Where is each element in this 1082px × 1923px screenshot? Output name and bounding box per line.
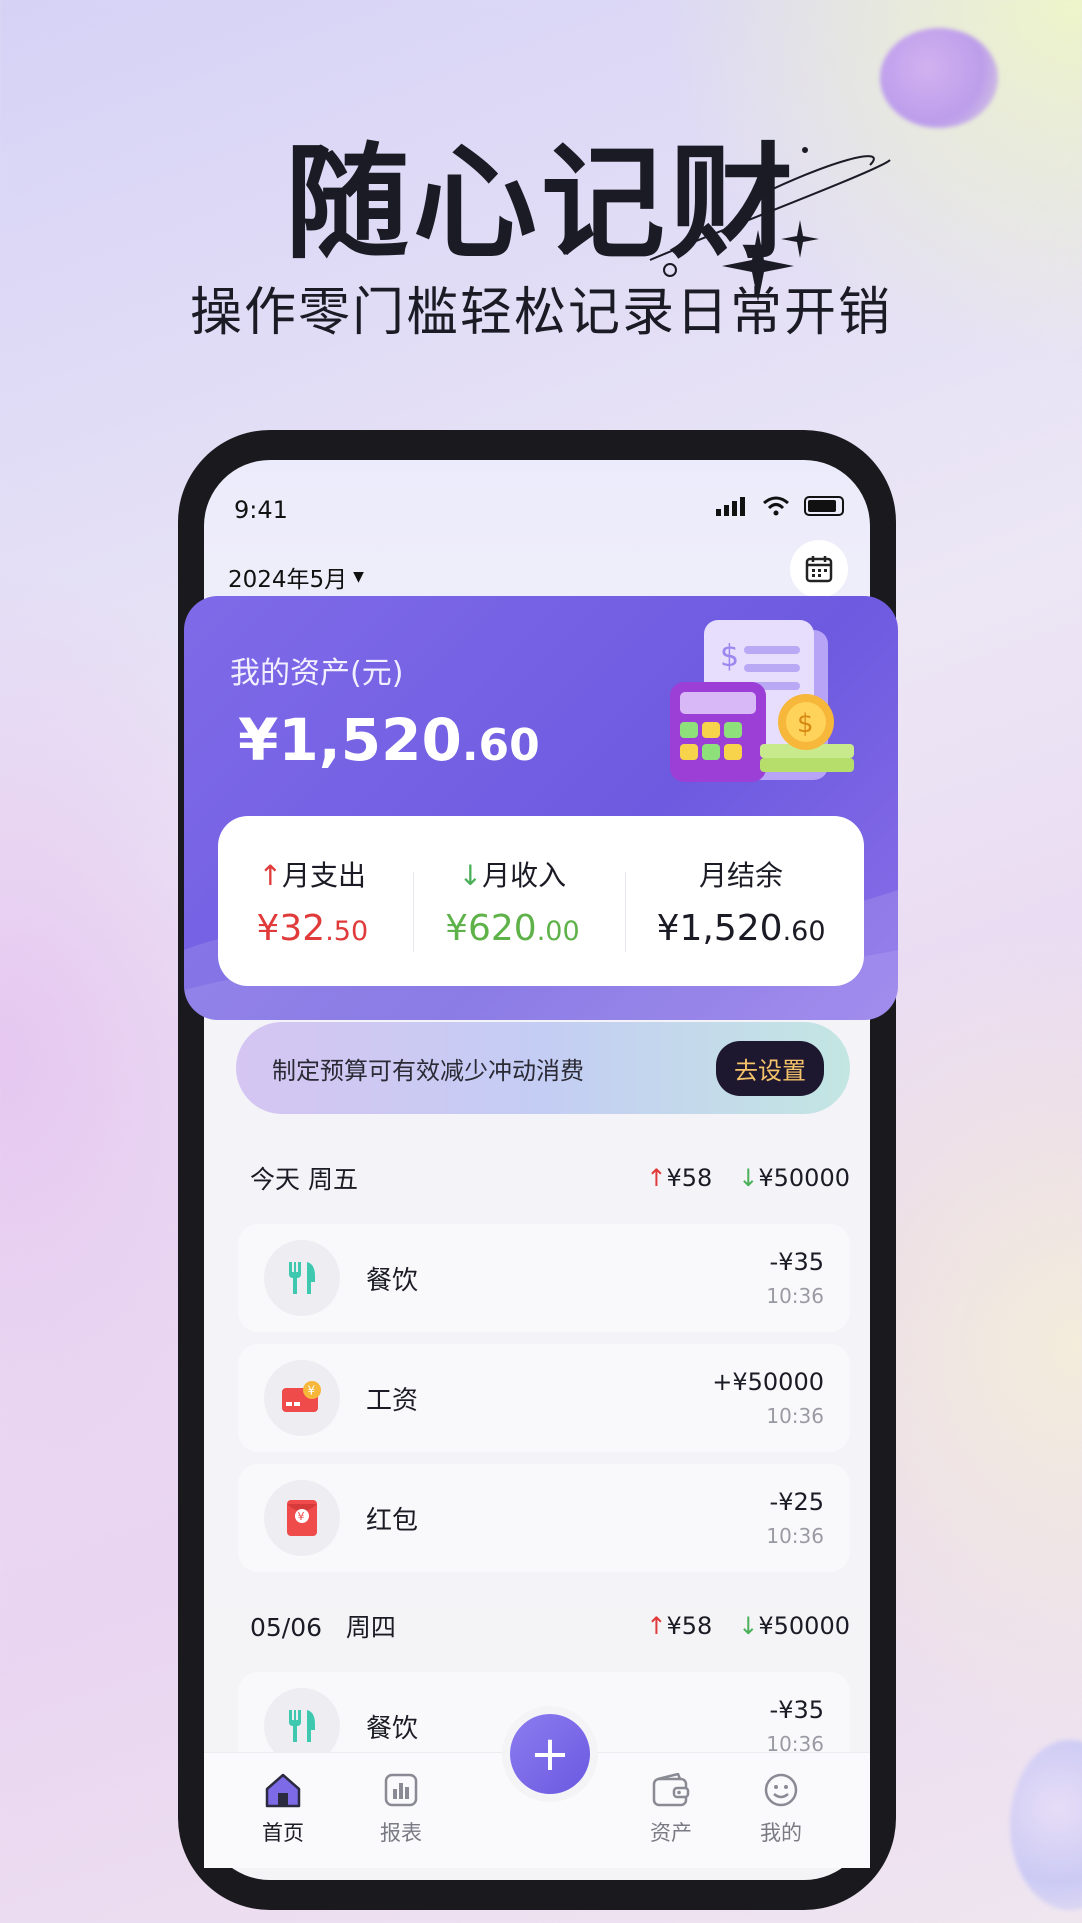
monthly-income[interactable]: ↓月收入 ¥620.00 <box>413 854 590 952</box>
day-in: ¥50000 <box>758 1164 850 1192</box>
day-sums: ↑¥58 ↓¥50000 <box>646 1612 850 1640</box>
svg-text:$: $ <box>797 709 814 739</box>
day-label: 05/06 周四 <box>250 1613 396 1642</box>
day-out: ¥58 <box>666 1612 713 1640</box>
chart-icon <box>384 1773 418 1807</box>
asset-amount-main: ¥1,520 <box>238 706 462 774</box>
income-decimal: .00 <box>536 915 580 947</box>
add-record-button[interactable]: + <box>510 1714 590 1794</box>
arrow-up-icon: ↑ <box>646 1164 667 1192</box>
arrow-up-icon: ↑ <box>646 1612 667 1640</box>
budget-banner[interactable]: 制定预算可有效减少冲动消费 去设置 <box>236 1022 850 1114</box>
decorative-bubble <box>1010 1740 1082 1910</box>
transaction-name: 红包 <box>366 1505 419 1536</box>
expense-decimal: .50 <box>325 915 369 947</box>
expense-label: 月支出 <box>282 858 367 892</box>
budget-text: 制定预算可有效减少冲动消费 <box>272 1056 584 1085</box>
transaction-row[interactable]: ¥ 工资 +¥50000 10:36 <box>238 1344 850 1452</box>
arrow-down-icon: ↓ <box>738 1612 759 1640</box>
battery-icon <box>804 496 844 516</box>
calculator-coins-illustration: $ $ <box>670 620 854 782</box>
transaction-amount: -¥35 <box>769 1248 824 1276</box>
balance-main: ¥1,520 <box>656 907 783 949</box>
home-indicator <box>450 1884 656 1890</box>
calendar-icon <box>805 556 833 583</box>
tab-assets[interactable]: 资产 <box>626 1769 716 1847</box>
transaction-row[interactable]: 餐饮 -¥35 10:36 <box>238 1224 850 1332</box>
expense-main: ¥32 <box>256 907 326 949</box>
transaction-time: 10:36 <box>766 1284 824 1308</box>
asset-amount: ¥1,520.60 <box>238 706 540 774</box>
tab-report-label: 报表 <box>380 1821 422 1845</box>
red-packet-icon: ¥ <box>264 1480 340 1556</box>
day-label: 今天 周五 <box>250 1165 358 1194</box>
transaction-row[interactable]: ¥ 红包 -¥25 10:36 <box>238 1464 850 1572</box>
day-header: 05/06 周四 ↑¥58 ↓¥50000 <box>250 1608 850 1644</box>
income-label: 月收入 <box>482 858 567 892</box>
svg-text:¥: ¥ <box>298 1510 305 1523</box>
month-picker[interactable]: 2024年5月 ▼ <box>228 560 364 594</box>
day-header: 今天 周五 ↑¥58 ↓¥50000 <box>250 1160 850 1196</box>
svg-text:$: $ <box>720 639 739 674</box>
utensils-icon <box>264 1240 340 1316</box>
monthly-summary: ↑月支出 ¥32.50 ↓月收入 ¥620.00 月结余 ¥1,520.60 <box>218 816 864 986</box>
tab-home[interactable]: 首页 <box>238 1769 328 1847</box>
caret-down-icon: ▼ <box>353 569 364 585</box>
tab-assets-label: 资产 <box>650 1821 692 1845</box>
tab-mine[interactable]: 我的 <box>736 1769 826 1847</box>
tab-home-label: 首页 <box>262 1821 304 1845</box>
budget-setup-button[interactable]: 去设置 <box>716 1040 824 1096</box>
transaction-amount: -¥35 <box>769 1696 824 1724</box>
day-out: ¥58 <box>666 1164 713 1192</box>
transaction-amount: -¥25 <box>769 1488 824 1516</box>
income-main: ¥620 <box>445 907 537 949</box>
signal-icon <box>716 497 745 516</box>
transaction-name: 餐饮 <box>366 1265 419 1296</box>
arrow-up-icon: ↑ <box>258 858 283 892</box>
salary-card-icon: ¥ <box>264 1360 340 1436</box>
status-time: 9:41 <box>234 496 288 524</box>
balance-label: 月结余 <box>699 858 784 892</box>
calendar-button[interactable] <box>790 540 848 598</box>
tab-mine-label: 我的 <box>760 1821 802 1845</box>
transaction-time: 10:36 <box>766 1524 824 1548</box>
day-sums: ↑¥58 ↓¥50000 <box>646 1164 850 1192</box>
day-in: ¥50000 <box>758 1612 850 1640</box>
month-label: 2024年5月 <box>228 567 348 593</box>
arrow-down-icon: ↓ <box>738 1164 759 1192</box>
plus-icon: + <box>529 1726 571 1782</box>
wifi-icon <box>763 496 789 516</box>
sparkle-orbit-icon <box>649 147 891 302</box>
balance-decimal: .60 <box>782 915 826 947</box>
transaction-name: 工资 <box>366 1385 419 1416</box>
smile-icon <box>764 1773 798 1807</box>
asset-amount-decimal: .60 <box>461 720 540 771</box>
tab-report[interactable]: 报表 <box>356 1769 446 1847</box>
promo-subline: 操作零门槛轻松记录日常开销 <box>189 283 892 343</box>
home-icon <box>265 1773 301 1808</box>
svg-text:¥: ¥ <box>308 1384 316 1398</box>
monthly-balance[interactable]: 月结余 ¥1,520.60 <box>624 854 836 952</box>
promo-headline: 随心记财 <box>284 132 797 276</box>
asset-title: 我的资产(元) <box>230 656 404 691</box>
monthly-expense[interactable]: ↑月支出 ¥32.50 <box>246 854 378 949</box>
wallet-icon <box>652 1773 690 1807</box>
transaction-amount: +¥50000 <box>712 1368 824 1396</box>
status-icons <box>716 496 844 516</box>
arrow-down-icon: ↓ <box>458 858 483 892</box>
transaction-time: 10:36 <box>766 1404 824 1428</box>
